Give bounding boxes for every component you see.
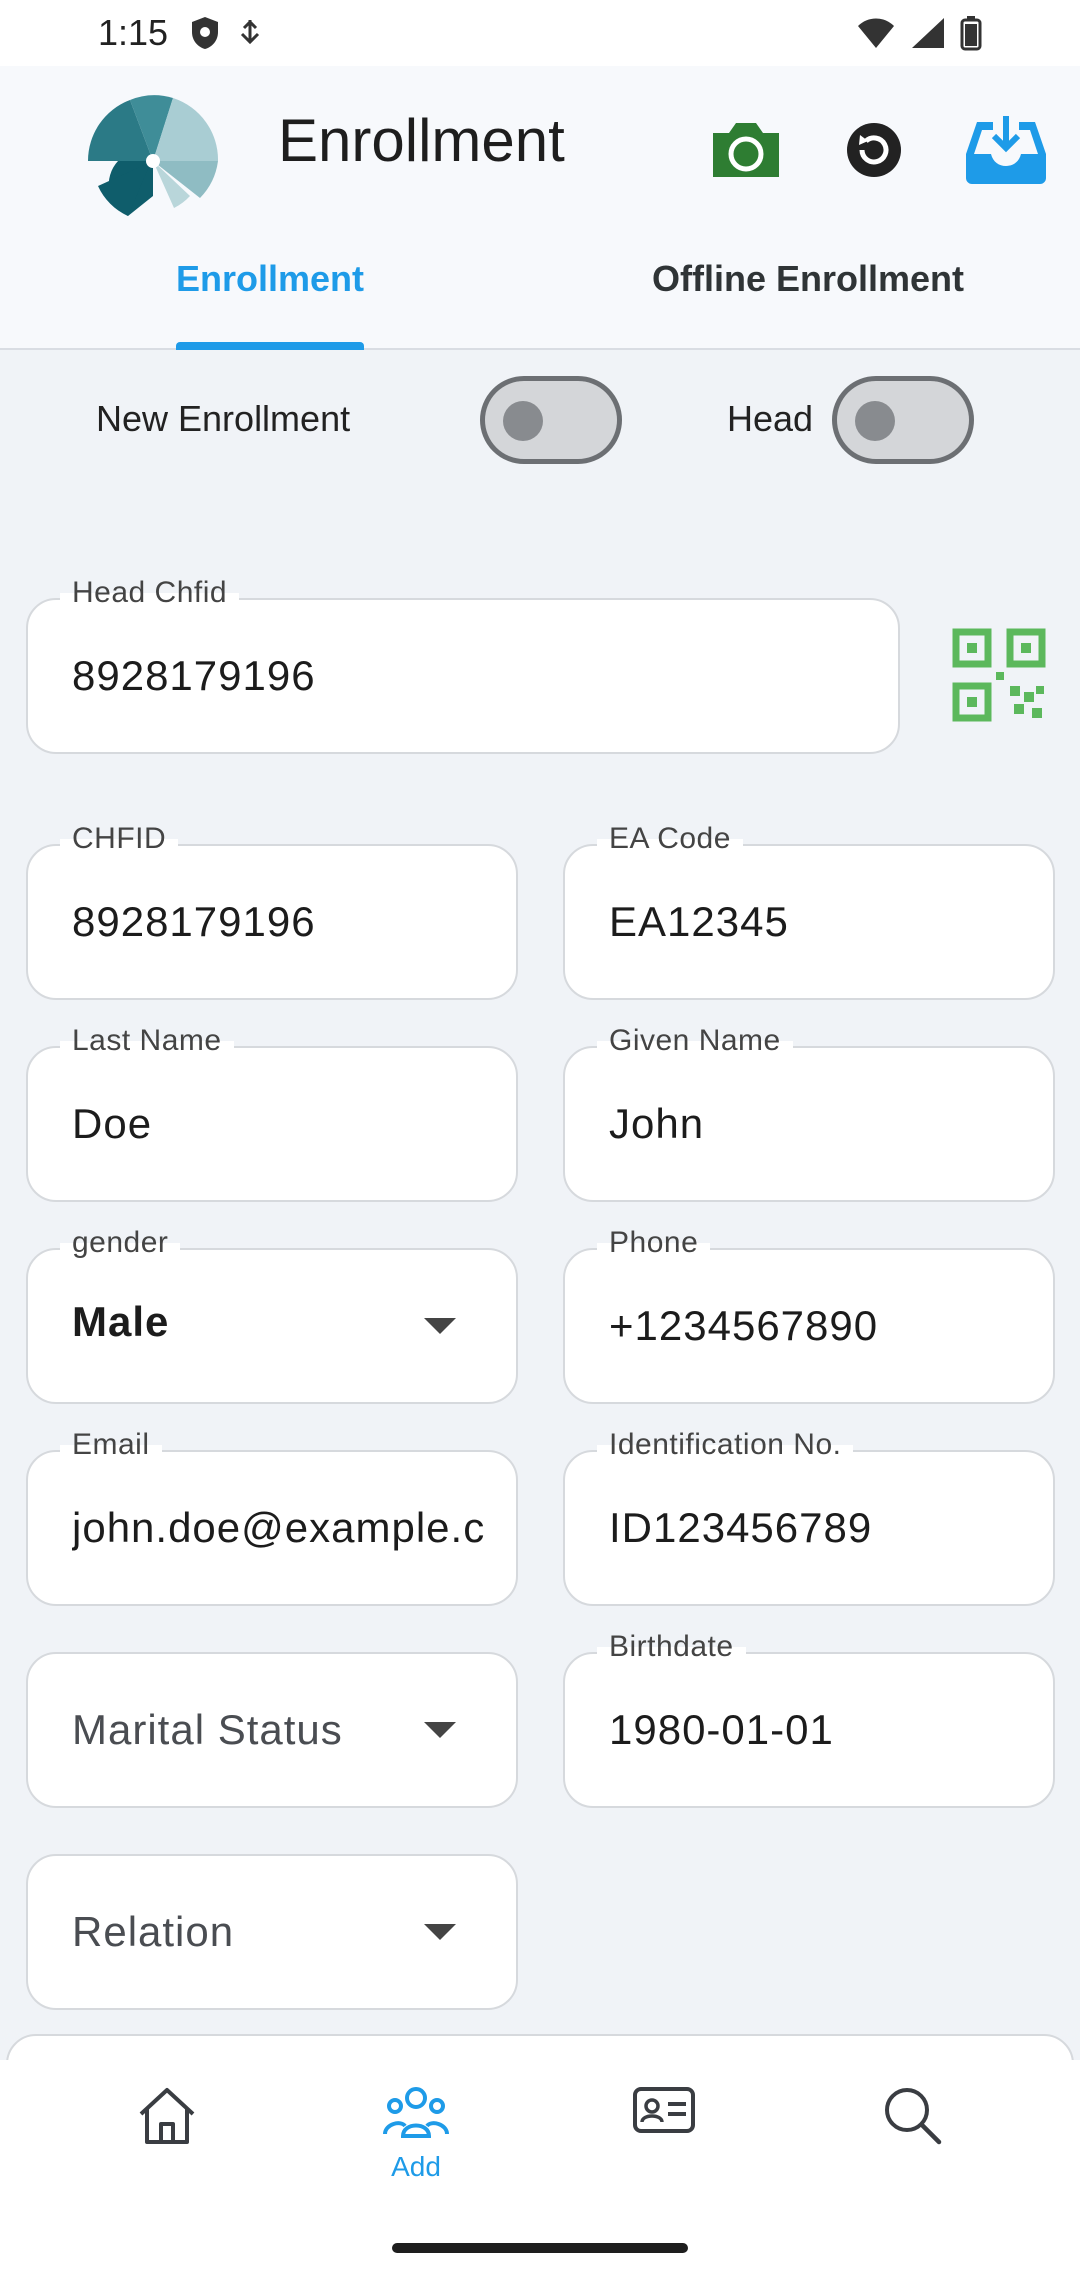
gender-dropdown[interactable]: gender Male bbox=[26, 1226, 518, 1404]
relation-placeholder: Relation bbox=[72, 1908, 235, 1955]
identification-field[interactable]: Identification No. ID123456789 bbox=[563, 1428, 1055, 1606]
given-name-value: John bbox=[609, 1100, 705, 1147]
birthdate-label: Birthdate bbox=[597, 1630, 746, 1664]
tab-offline-enrollment[interactable]: Offline Enrollment bbox=[652, 258, 964, 300]
marital-status-dropdown[interactable]: Marital Status bbox=[26, 1652, 518, 1808]
chfid-field[interactable]: CHFID 8928179196 bbox=[26, 822, 518, 1000]
restore-button[interactable] bbox=[828, 104, 920, 196]
switch-knob bbox=[503, 401, 543, 441]
head-chfid-value: 8928179196 bbox=[72, 652, 316, 699]
usb-debug-icon bbox=[241, 19, 260, 45]
head-chfid-label: Head Chfid bbox=[60, 576, 240, 610]
camera-icon bbox=[713, 123, 779, 177]
nav-add-label: Add bbox=[391, 2151, 441, 2182]
page-title: Enrollment bbox=[278, 107, 565, 174]
head-label: Head bbox=[727, 398, 814, 439]
nav-id-card[interactable] bbox=[604, 2084, 724, 2141]
status-bar: 1:15 bbox=[0, 0, 1080, 66]
identification-label: Identification No. bbox=[597, 1428, 854, 1462]
last-name-label: Last Name bbox=[60, 1024, 234, 1058]
dropdown-arrow-icon bbox=[424, 1318, 456, 1334]
active-tab-indicator bbox=[176, 342, 364, 350]
email-field[interactable]: Email john.doe@example.com bbox=[26, 1428, 518, 1606]
nav-home[interactable] bbox=[107, 2084, 227, 2153]
id-card-icon bbox=[633, 2087, 695, 2133]
phone-field[interactable]: Phone +1234567890 bbox=[563, 1226, 1055, 1404]
qr-scan-icon[interactable] bbox=[952, 628, 1046, 722]
tab-bar: Enrollment Offline Enrollment bbox=[0, 250, 1080, 350]
battery-icon bbox=[960, 16, 982, 51]
birthdate-value: 1980-01-01 bbox=[609, 1706, 834, 1753]
head-switch[interactable] bbox=[832, 376, 974, 464]
signal-icon bbox=[912, 18, 944, 48]
given-name-field[interactable]: Given Name John bbox=[563, 1024, 1055, 1202]
shield-icon bbox=[192, 17, 219, 49]
camera-button[interactable] bbox=[700, 104, 792, 196]
identification-value: ID123456789 bbox=[609, 1504, 873, 1551]
dropdown-arrow-icon bbox=[424, 1722, 456, 1738]
app-logo-icon bbox=[87, 95, 219, 216]
gesture-bar bbox=[392, 2243, 688, 2253]
last-name-field[interactable]: Last Name Doe bbox=[26, 1024, 518, 1202]
last-name-value: Doe bbox=[72, 1100, 153, 1147]
chfid-value: 8928179196 bbox=[72, 898, 316, 945]
phone-value: +1234567890 bbox=[609, 1302, 879, 1349]
ea-code-field[interactable]: EA Code EA12345 bbox=[563, 822, 1055, 1000]
phone-label: Phone bbox=[597, 1226, 711, 1260]
app-bar: Enrollment bbox=[0, 66, 1080, 250]
new-enrollment-label: New Enrollment bbox=[96, 398, 351, 439]
dropdown-arrow-icon bbox=[424, 1924, 456, 1940]
switch-knob bbox=[855, 401, 895, 441]
restore-icon bbox=[847, 123, 901, 177]
email-value: john.doe@example.com bbox=[72, 1504, 486, 1551]
inbox-download-icon bbox=[966, 116, 1046, 184]
search-icon bbox=[885, 2088, 942, 2145]
home-icon bbox=[139, 2088, 195, 2144]
head-chfid-field[interactable]: Head Chfid 8928179196 bbox=[26, 576, 900, 754]
chfid-label: CHFID bbox=[60, 822, 179, 856]
wifi-icon bbox=[858, 18, 894, 48]
nav-search[interactable] bbox=[852, 2084, 972, 2151]
ea-code-label: EA Code bbox=[597, 822, 743, 856]
people-icon bbox=[383, 2087, 449, 2138]
given-name-label: Given Name bbox=[597, 1024, 793, 1058]
email-label: Email bbox=[60, 1428, 162, 1462]
birthdate-field[interactable]: Birthdate 1980-01-01 bbox=[563, 1630, 1055, 1808]
marital-status-placeholder: Marital Status bbox=[72, 1706, 343, 1753]
tab-enrollment[interactable]: Enrollment bbox=[176, 258, 364, 300]
new-enrollment-switch[interactable] bbox=[480, 376, 622, 464]
relation-dropdown[interactable]: Relation bbox=[26, 1854, 518, 2010]
gender-label: gender bbox=[60, 1226, 181, 1260]
download-button[interactable] bbox=[960, 104, 1052, 196]
ea-code-value: EA12345 bbox=[609, 898, 789, 945]
nav-add[interactable]: Add bbox=[356, 2084, 476, 2183]
status-time: 1:15 bbox=[98, 12, 169, 53]
